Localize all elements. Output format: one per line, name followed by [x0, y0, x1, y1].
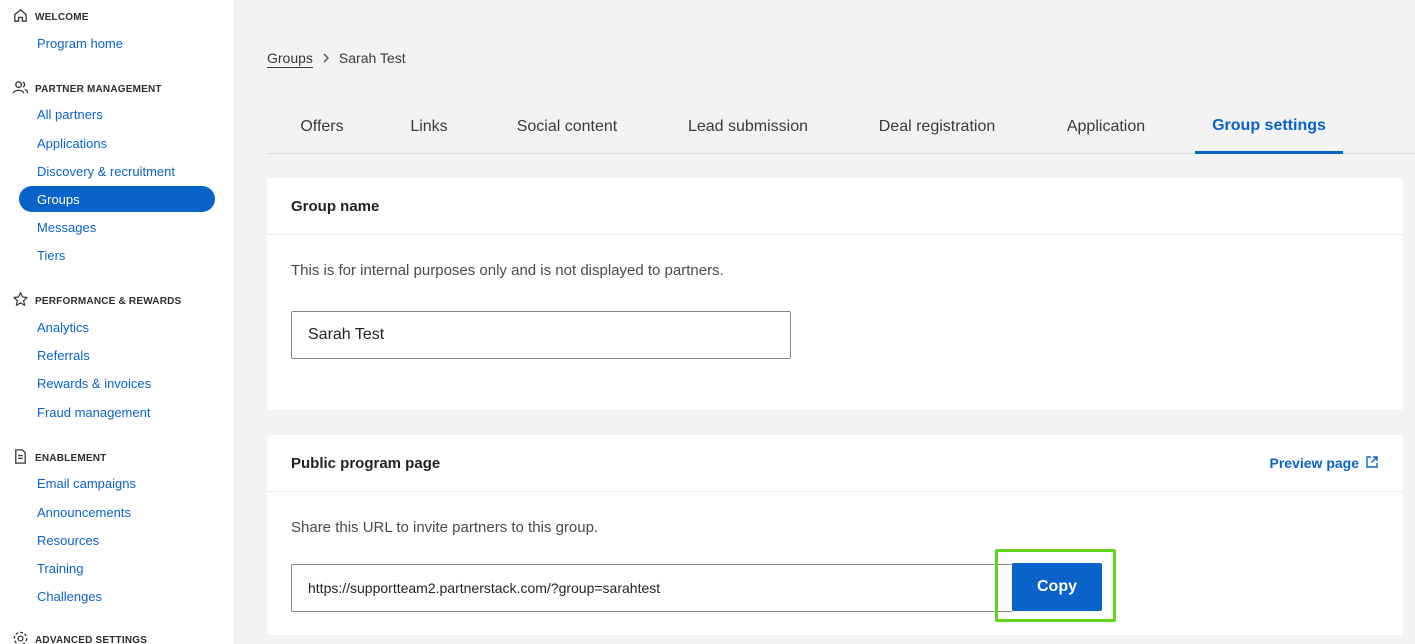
star-icon: [12, 291, 29, 311]
nav-item-referrals[interactable]: Referrals: [19, 342, 215, 368]
tab-bar: Offers Links Social content Lead submiss…: [267, 100, 1415, 154]
preview-page-label: Preview page: [1269, 455, 1360, 471]
card-header: Public program page Preview page: [267, 435, 1403, 492]
nav-item-email-campaigns[interactable]: Email campaigns: [19, 470, 215, 496]
section-welcome: WELCOME: [12, 7, 89, 27]
card-description: This is for internal purposes only and i…: [291, 262, 724, 279]
tab-links[interactable]: Links: [389, 100, 469, 154]
nav-item-analytics[interactable]: Analytics: [19, 314, 215, 340]
nav-item-discovery-recruitment[interactable]: Discovery & recruitment: [19, 158, 215, 184]
card-header: Group name: [267, 178, 1403, 235]
nav-item-fraud-management[interactable]: Fraud management: [19, 399, 215, 425]
section-partner-management: PARTNER MANAGEMENT: [12, 79, 162, 99]
nav-item-announcements[interactable]: Announcements: [19, 499, 215, 525]
gear-icon: [12, 630, 29, 644]
group-name-card: Group name This is for internal purposes…: [267, 178, 1403, 410]
chevron-right-icon: [321, 50, 331, 66]
tab-application[interactable]: Application: [1051, 100, 1161, 154]
nav-item-tiers[interactable]: Tiers: [19, 242, 215, 268]
group-name-input[interactable]: [291, 311, 791, 359]
tab-group-settings[interactable]: Group settings: [1195, 100, 1343, 154]
program-url-input[interactable]: [291, 564, 1013, 612]
nav-item-messages[interactable]: Messages: [19, 214, 215, 240]
breadcrumb-current: Sarah Test: [338, 50, 406, 66]
home-icon: [12, 7, 29, 27]
copy-button-highlight: Copy: [995, 549, 1116, 622]
card-title: Public program page: [291, 454, 441, 472]
breadcrumb: Groups Sarah Test: [267, 50, 406, 66]
public-program-page-card: Public program page Preview page Share t…: [267, 435, 1403, 635]
document-icon: [12, 448, 29, 468]
sidebar: WELCOME Program home PARTNER MANAGEMENT …: [0, 0, 235, 644]
section-heading: ENABLEMENT: [35, 452, 107, 464]
section-heading: PARTNER MANAGEMENT: [35, 83, 162, 95]
card-description: Share this URL to invite partners to thi…: [291, 519, 599, 536]
nav-item-training[interactable]: Training: [19, 555, 215, 581]
card-title: Group name: [291, 197, 380, 215]
tab-social-content[interactable]: Social content: [497, 100, 637, 154]
tab-offers[interactable]: Offers: [267, 100, 377, 154]
section-heading: PERFORMANCE & REWARDS: [35, 295, 182, 307]
nav-item-challenges[interactable]: Challenges: [19, 583, 215, 609]
external-link-icon: [1365, 455, 1379, 472]
copy-button[interactable]: Copy: [1012, 563, 1102, 611]
tab-deal-registration[interactable]: Deal registration: [857, 100, 1017, 154]
nav-item-program-home[interactable]: Program home: [19, 30, 215, 56]
nav-item-rewards-invoices[interactable]: Rewards & invoices: [19, 370, 215, 396]
tab-lead-submission[interactable]: Lead submission: [667, 100, 829, 154]
nav-item-groups[interactable]: Groups: [19, 186, 215, 212]
section-advanced-settings: ADVANCED SETTINGS: [12, 630, 147, 644]
preview-page-link[interactable]: Preview page: [1270, 455, 1380, 472]
section-enablement: ENABLEMENT: [12, 448, 106, 468]
users-icon: [12, 79, 29, 99]
nav-item-applications[interactable]: Applications: [19, 130, 215, 156]
breadcrumb-link-groups[interactable]: Groups: [267, 50, 313, 66]
section-heading: ADVANCED SETTINGS: [35, 634, 148, 644]
nav-item-all-partners[interactable]: All partners: [19, 101, 215, 127]
section-heading: WELCOME: [35, 11, 89, 23]
section-performance-rewards: PERFORMANCE & REWARDS: [12, 291, 181, 311]
main-content: Groups Sarah Test Offers Links Social co…: [235, 0, 1415, 644]
nav-item-resources[interactable]: Resources: [19, 527, 215, 553]
